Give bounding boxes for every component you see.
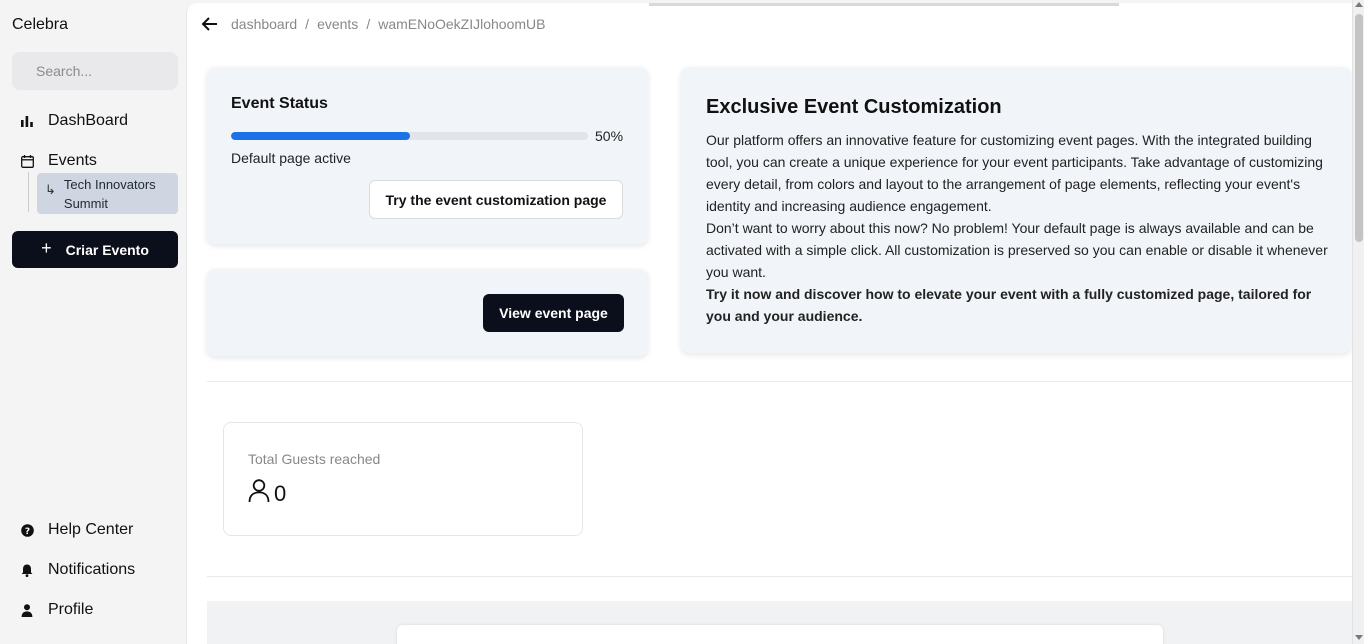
sidebar-item-profile[interactable]: Profile xyxy=(20,601,93,619)
view-event-page-button[interactable]: View event page xyxy=(483,294,624,332)
sidebar-item-help[interactable]: ? Help Center xyxy=(20,521,133,539)
view-event-card: View event page xyxy=(207,269,648,356)
progress-fill xyxy=(231,132,410,140)
create-event-button[interactable]: + Criar Evento xyxy=(12,231,178,268)
sidebar-item-label: Events xyxy=(48,152,97,169)
svg-text:?: ? xyxy=(24,527,29,537)
sidebar-item-label: DashBoard xyxy=(48,112,129,129)
breadcrumb-separator: / xyxy=(305,16,310,32)
sidebar-item-label: Help Center xyxy=(48,521,134,538)
brand-name: Celebra xyxy=(12,16,69,33)
event-status-card: Event Status 50% Default page active Try… xyxy=(207,67,648,244)
bar-chart-icon xyxy=(20,114,34,128)
bell-icon xyxy=(20,563,34,577)
customization-cta: Try it now and discover how to elevate y… xyxy=(706,286,1312,324)
corner-arrow-icon: ↳ xyxy=(45,181,56,197)
breadcrumb: dashboard / events / wamENoOekZIJlohoomU… xyxy=(231,16,545,32)
sidebar-item-label: Notifications xyxy=(48,561,136,578)
guests-count: 0 xyxy=(274,481,287,506)
tree-line xyxy=(28,172,29,212)
calendar-icon xyxy=(20,154,34,168)
status-text: Default page active xyxy=(231,150,351,166)
sidebar-item-label: Profile xyxy=(48,601,94,618)
user-icon xyxy=(20,603,34,617)
bottom-panel xyxy=(207,601,1353,644)
customization-title: Exclusive Event Customization xyxy=(706,96,1002,118)
main-content: dashboard / events / wamENoOekZIJlohoomU… xyxy=(186,3,1353,644)
help-circle-icon: ? xyxy=(20,523,34,537)
breadcrumb-dashboard[interactable]: dashboard xyxy=(231,16,297,32)
top-loading-bar xyxy=(649,3,1119,6)
create-event-label: Criar Evento xyxy=(65,241,149,258)
search-input[interactable] xyxy=(12,52,178,90)
total-guests-value: 0 xyxy=(248,479,286,509)
customization-paragraph: Our platform offers an innovative featur… xyxy=(706,132,1323,214)
scroll-down-arrow-icon[interactable] xyxy=(1355,635,1363,640)
user-outline-icon xyxy=(248,479,270,509)
plus-icon: + xyxy=(41,238,52,258)
event-status-title: Event Status xyxy=(231,95,328,112)
total-guests-card: Total Guests reached 0 xyxy=(223,422,583,536)
try-customization-button[interactable]: Try the event customization page xyxy=(369,180,623,219)
breadcrumb-event-id[interactable]: wamENoOekZIJlohoomUB xyxy=(378,16,545,32)
scroll-up-arrow-icon[interactable] xyxy=(1355,2,1363,7)
sidebar-item-dashboard[interactable]: DashBoard xyxy=(20,112,128,130)
sidebar-item-event-tech-innovators[interactable]: ↳ Tech Innovators Summit xyxy=(37,173,178,214)
total-guests-label: Total Guests reached xyxy=(248,451,381,467)
progress-bar xyxy=(231,132,588,140)
bottom-panel-card xyxy=(397,625,1163,644)
scrollbar-thumb[interactable] xyxy=(1355,14,1363,242)
sidebar-item-events[interactable]: Events xyxy=(20,152,97,170)
progress-percent: 50% xyxy=(595,128,624,144)
back-arrow-icon[interactable] xyxy=(201,15,219,33)
customization-paragraph: Don’t want to worry about this now? No p… xyxy=(706,220,1328,280)
customization-body: Our platform offers an innovative featur… xyxy=(706,129,1328,327)
section-divider xyxy=(207,381,1353,382)
breadcrumb-events[interactable]: events xyxy=(317,16,358,32)
vertical-scrollbar[interactable] xyxy=(1352,0,1364,644)
breadcrumb-separator: / xyxy=(366,16,371,32)
sidebar-item-notifications[interactable]: Notifications xyxy=(20,561,135,579)
sidebar-subitem-label: Tech Innovators Summit xyxy=(63,176,156,211)
customization-info-card: Exclusive Event Customization Our platfo… xyxy=(681,67,1351,353)
section-divider xyxy=(207,576,1353,577)
sidebar: Celebra DashBoard Events ↳ Tech Innovato… xyxy=(0,0,186,644)
